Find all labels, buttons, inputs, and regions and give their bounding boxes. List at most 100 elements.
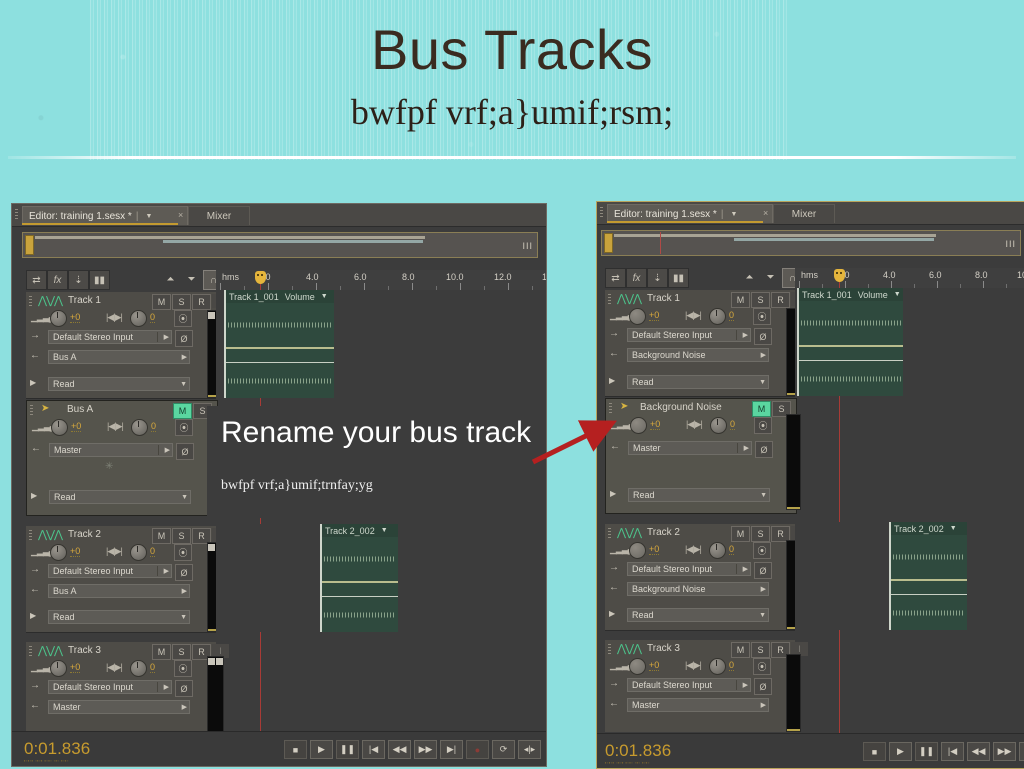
volume-value[interactable]: +0 (70, 662, 81, 673)
mute-button[interactable]: M (731, 526, 750, 542)
eq-icon[interactable]: ▮▮ (668, 268, 689, 288)
input-select-track-3[interactable]: Default Stereo Input ▶ (48, 680, 172, 694)
navigator-left-handle[interactable] (25, 235, 34, 255)
track-name[interactable]: Track 1 (647, 293, 680, 304)
phase-invert-icon[interactable]: Ø (175, 564, 193, 581)
track-header-track-2-after[interactable]: ⋀⋁⋀ Track 2 M S R I ▁▂▃▄ +0 |◀|▶| 0 ⦿ → … (605, 524, 808, 631)
mute-button[interactable]: M (152, 528, 171, 544)
speaker-icon[interactable]: ⦿ (753, 542, 771, 559)
mute-button[interactable]: M (731, 642, 750, 658)
waveform-edit-button[interactable]: ◂|▸ (518, 740, 541, 759)
phase-invert-icon[interactable]: Ø (754, 328, 772, 345)
record-arm-button[interactable]: R (192, 294, 211, 310)
speaker-icon[interactable]: ⦿ (754, 417, 772, 434)
solo-button[interactable]: S (172, 644, 191, 660)
automation-expand-icon[interactable]: ▶ (610, 489, 616, 498)
output-select-track-1[interactable]: Background Noise ▶ (627, 348, 769, 362)
track-header-bus-a-before[interactable]: ➤ Bus A M S ▁▂▃▄ +0 |◀|▶| 0 ⦿ ← Master ▶… (26, 400, 218, 516)
volume-knob[interactable] (629, 658, 646, 675)
track-name[interactable]: Track 2 (68, 529, 101, 540)
track-header-track-1-before[interactable]: ⋀⋁⋀ Track 1 M S R I ▁▂▃▄ +0 |◀|▶| 0 ⦿ → … (26, 292, 229, 399)
pan-value[interactable]: 0 (151, 421, 157, 432)
timecode-display-after[interactable]: 0:01.836 (605, 741, 671, 761)
skip-forward-button[interactable]: ▶| (440, 740, 463, 759)
automation-expand-icon[interactable]: ▶ (30, 611, 36, 620)
solo-button[interactable]: S (172, 528, 191, 544)
chevron-down-icon[interactable]: ▼ (321, 293, 328, 300)
clip-automation-line[interactable] (322, 581, 398, 583)
pan-value[interactable]: 0 (150, 312, 156, 323)
input-select-track-1[interactable]: Default Stereo Input ▶ (627, 328, 751, 342)
pan-knob[interactable] (130, 310, 147, 327)
automation-expand-icon[interactable]: ▶ (609, 609, 615, 618)
phase-invert-icon[interactable]: Ø (754, 562, 772, 579)
automation-select-track-1[interactable]: Read ▼ (48, 377, 190, 391)
fast-forward-button[interactable]: ▶▶ (414, 740, 437, 759)
volume-knob[interactable] (51, 419, 68, 436)
stop-button[interactable]: ■ (284, 740, 307, 759)
track-grip-icon[interactable] (30, 405, 33, 417)
automation-select-track-2[interactable]: Read ▼ (48, 610, 190, 624)
tab-mixer-after[interactable]: Mixer (773, 204, 835, 223)
automation-select-track-2[interactable]: Read ▼ (627, 608, 769, 622)
close-icon[interactable]: × (178, 210, 183, 220)
automation-select-track-1[interactable]: Read ▼ (627, 375, 769, 389)
metronome-icon[interactable]: ⏶ (740, 268, 759, 286)
volume-value[interactable]: +0 (649, 544, 660, 555)
clip-header[interactable]: Track 1_001 Volume ▼ (799, 288, 903, 301)
automation-select-bus[interactable]: Read ▼ (628, 488, 770, 502)
output-select-track-1[interactable]: Bus A ▶ (48, 350, 190, 364)
pause-button[interactable]: ❚❚ (915, 742, 938, 761)
pan-knob[interactable] (709, 308, 726, 325)
timeline-lane-track-1-before[interactable]: Track 1_001 Volume ▼ (216, 290, 546, 398)
speaker-icon[interactable]: ⦿ (175, 419, 193, 436)
timeline-lane-track-2-before[interactable]: Track 2_002 ▼ (216, 524, 546, 632)
timecode-display-before[interactable]: 0:01.836 (24, 739, 90, 759)
metronome-icon[interactable]: ⏶ (161, 270, 180, 288)
close-icon[interactable]: × (763, 208, 768, 218)
eq-icon[interactable]: ▮▮ (89, 270, 110, 290)
phase-invert-icon[interactable]: Ø (175, 330, 193, 347)
track-grip-icon[interactable] (29, 530, 32, 542)
automation-expand-icon[interactable]: ▶ (609, 376, 615, 385)
track-grip-icon[interactable] (29, 646, 32, 658)
track-grip-icon[interactable] (608, 528, 611, 540)
chevron-down-icon[interactable]: ▼ (381, 527, 388, 534)
clip-track-1-001-before[interactable]: Track 1_001 Volume ▼ (224, 290, 334, 398)
phase-invert-icon[interactable]: Ø (755, 441, 773, 458)
clip-automation-line[interactable] (891, 579, 967, 581)
solo-button[interactable]: S (751, 642, 770, 658)
track-name[interactable]: Track 3 (647, 643, 680, 654)
volume-knob[interactable] (50, 660, 67, 677)
track-name[interactable]: Track 3 (68, 645, 101, 656)
output-select-track-3[interactable]: Master ▶ (48, 700, 190, 714)
volume-value[interactable]: +0 (649, 310, 660, 321)
stop-button[interactable]: ■ (863, 742, 886, 761)
automation-icon[interactable]: ⇣ (647, 268, 668, 288)
bus-name[interactable]: Bus A (67, 404, 93, 415)
clip-header[interactable]: Track 2_002 ▼ (322, 524, 398, 537)
metronome-click-icon[interactable]: ⏷ (182, 270, 201, 288)
output-select-track-2[interactable]: Background Noise ▶ (627, 582, 769, 596)
record-arm-button[interactable]: R (771, 292, 790, 308)
volume-knob[interactable] (50, 310, 67, 327)
chevron-down-icon[interactable]: ▼ (145, 213, 152, 220)
track-header-track-3-after[interactable]: ⋀⋁⋀ Track 3 M S R I ▁▂▃▄ +0 |◀|▶| 0 ⦿ → … (605, 640, 808, 732)
timeline-lane-track-2-after[interactable]: Track 2_002 ▼ (795, 522, 1024, 630)
volume-value[interactable]: +0 (71, 421, 82, 432)
track-header-track-3-before[interactable]: ⋀⋁⋀ Track 3 M S R I ▁▂▃▄ +0 |◀|▶| 0 ⦿ → … (26, 642, 229, 734)
rewind-button[interactable]: ◀◀ (388, 740, 411, 759)
fx-icon[interactable]: fx (47, 270, 68, 290)
pan-value[interactable]: 0 (729, 660, 735, 671)
input-select-track-2[interactable]: Default Stereo Input ▶ (627, 562, 751, 576)
track-grip-icon[interactable] (608, 294, 611, 306)
track-header-track-1-after[interactable]: ⋀⋁⋀ Track 1 M S R I ▁▂▃▄ +0 |◀|▶| 0 ⦿ → … (605, 290, 808, 397)
output-select-bus-a[interactable]: Master ▶ (49, 443, 173, 457)
routing-icon[interactable]: ⇄ (26, 270, 47, 290)
pan-value[interactable]: 0 (150, 546, 156, 557)
pan-value[interactable]: 0 (729, 544, 735, 555)
record-button[interactable]: ● (466, 740, 489, 759)
rewind-button[interactable]: ◀◀ (967, 742, 990, 761)
automation-icon[interactable]: ⇣ (68, 270, 89, 290)
skip-back-button[interactable]: |◀ (941, 742, 964, 761)
